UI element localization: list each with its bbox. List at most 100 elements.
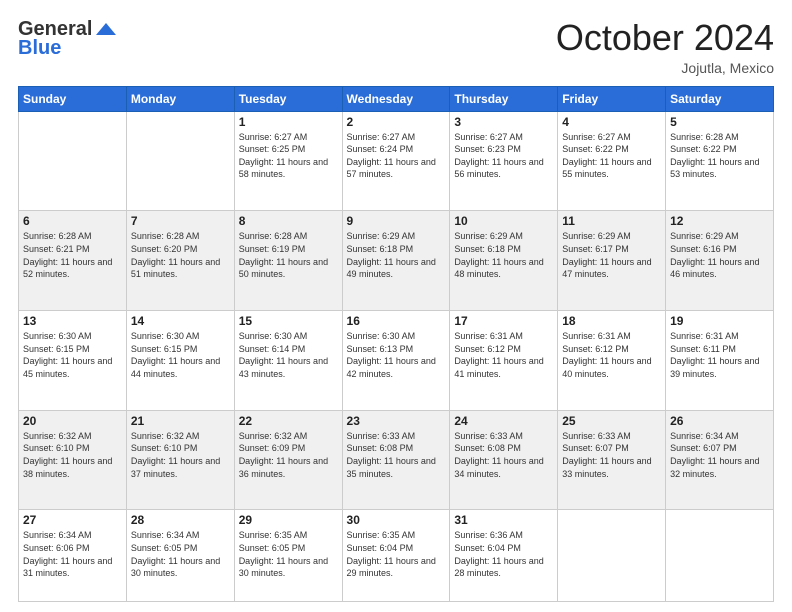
table-row: 3 Sunrise: 6:27 AMSunset: 6:23 PMDaylight… [450,111,558,211]
day-info: Sunrise: 6:27 AMSunset: 6:22 PMDaylight:… [562,131,661,181]
calendar-header-row: Sunday Monday Tuesday Wednesday Thursday… [19,86,774,111]
table-row: 16Sunrise: 6:30 AMSunset: 6:13 PMDayligh… [342,311,450,411]
col-monday: Monday [126,86,234,111]
col-friday: Friday [558,86,666,111]
day-info: Sunrise: 6:29 AMSunset: 6:17 PMDaylight:… [562,230,661,280]
day-number: 25 [562,414,661,428]
calendar-table: Sunday Monday Tuesday Wednesday Thursday… [18,86,774,602]
day-info: Sunrise: 6:29 AMSunset: 6:18 PMDaylight:… [454,230,553,280]
table-row [558,510,666,602]
day-info: Sunrise: 6:30 AMSunset: 6:15 PMDaylight:… [131,330,230,380]
day-number: 29 [239,513,338,527]
table-row: 26 Sunrise: 6:34 AMSunset: 6:07 PMDayligh… [666,410,774,510]
day-info: Sunrise: 6:34 AMSunset: 6:06 PMDaylight:… [23,529,122,579]
day-info: Sunrise: 6:33 AMSunset: 6:08 PMDaylight:… [454,430,553,480]
table-row: 22 Sunrise: 6:32 AMSunset: 6:09 PMDayligh… [234,410,342,510]
col-wednesday: Wednesday [342,86,450,111]
day-number: 18 [562,314,661,328]
table-row: 30 Sunrise: 6:35 AMSunset: 6:04 PMDayligh… [342,510,450,602]
day-info: Sunrise: 6:28 AMSunset: 6:22 PMDaylight:… [670,131,769,181]
day-info: Sunrise: 6:28 AMSunset: 6:21 PMDaylight:… [23,230,122,280]
day-info: Sunrise: 6:33 AMSunset: 6:08 PMDaylight:… [347,430,446,480]
table-row: 8 Sunrise: 6:28 AMSunset: 6:19 PMDaylight… [234,211,342,311]
day-info: Sunrise: 6:27 AMSunset: 6:24 PMDaylight:… [347,131,446,181]
table-row: 6Sunrise: 6:28 AMSunset: 6:21 PMDaylight… [19,211,127,311]
table-row: 12 Sunrise: 6:29 AMSunset: 6:16 PMDayligh… [666,211,774,311]
table-row: 5 Sunrise: 6:28 AMSunset: 6:22 PMDaylight… [666,111,774,211]
table-row [666,510,774,602]
table-row: 24 Sunrise: 6:33 AMSunset: 6:08 PMDayligh… [450,410,558,510]
day-info: Sunrise: 6:31 AMSunset: 6:12 PMDaylight:… [562,330,661,380]
logo: General Blue [18,18,118,60]
table-row: 13Sunrise: 6:30 AMSunset: 6:15 PMDayligh… [19,311,127,411]
day-number: 5 [670,115,769,129]
table-row: 28Sunrise: 6:34 AMSunset: 6:05 PMDayligh… [126,510,234,602]
day-info: Sunrise: 6:31 AMSunset: 6:12 PMDaylight:… [454,330,553,380]
table-row [19,111,127,211]
table-row: 1 Sunrise: 6:27 AMSunset: 6:25 PMDaylight… [234,111,342,211]
day-number: 26 [670,414,769,428]
day-number: 24 [454,414,553,428]
day-number: 10 [454,214,553,228]
table-row: 9 Sunrise: 6:29 AMSunset: 6:18 PMDaylight… [342,211,450,311]
col-tuesday: Tuesday [234,86,342,111]
day-number: 2 [347,115,446,129]
col-saturday: Saturday [666,86,774,111]
day-info: Sunrise: 6:32 AMSunset: 6:10 PMDaylight:… [131,430,230,480]
table-row: 27Sunrise: 6:34 AMSunset: 6:06 PMDayligh… [19,510,127,602]
day-number: 31 [454,513,553,527]
calendar-week-row: 6Sunrise: 6:28 AMSunset: 6:21 PMDaylight… [19,211,774,311]
day-info: Sunrise: 6:28 AMSunset: 6:19 PMDaylight:… [239,230,338,280]
day-info: Sunrise: 6:30 AMSunset: 6:14 PMDaylight:… [239,330,338,380]
day-info: Sunrise: 6:31 AMSunset: 6:11 PMDaylight:… [670,330,769,380]
day-info: Sunrise: 6:29 AMSunset: 6:18 PMDaylight:… [347,230,446,280]
table-row: 29Sunrise: 6:35 AMSunset: 6:05 PMDayligh… [234,510,342,602]
day-number: 22 [239,414,338,428]
day-number: 8 [239,214,338,228]
day-info: Sunrise: 6:33 AMSunset: 6:07 PMDaylight:… [562,430,661,480]
day-number: 15 [239,314,338,328]
table-row: 18 Sunrise: 6:31 AMSunset: 6:12 PMDayligh… [558,311,666,411]
calendar-week-row: 27Sunrise: 6:34 AMSunset: 6:06 PMDayligh… [19,510,774,602]
day-info: Sunrise: 6:28 AMSunset: 6:20 PMDaylight:… [131,230,230,280]
table-row: 31Sunrise: 6:36 AMSunset: 6:04 PMDayligh… [450,510,558,602]
table-row: 19 Sunrise: 6:31 AMSunset: 6:11 PMDayligh… [666,311,774,411]
table-row: 20Sunrise: 6:32 AMSunset: 6:10 PMDayligh… [19,410,127,510]
day-info: Sunrise: 6:32 AMSunset: 6:09 PMDaylight:… [239,430,338,480]
day-info: Sunrise: 6:34 AMSunset: 6:05 PMDaylight:… [131,529,230,579]
table-row: 23 Sunrise: 6:33 AMSunset: 6:08 PMDayligh… [342,410,450,510]
table-row: 17 Sunrise: 6:31 AMSunset: 6:12 PMDayligh… [450,311,558,411]
day-info: Sunrise: 6:27 AMSunset: 6:23 PMDaylight:… [454,131,553,181]
day-number: 16 [347,314,446,328]
day-number: 14 [131,314,230,328]
col-sunday: Sunday [19,86,127,111]
day-info: Sunrise: 6:27 AMSunset: 6:25 PMDaylight:… [239,131,338,181]
calendar-week-row: 20Sunrise: 6:32 AMSunset: 6:10 PMDayligh… [19,410,774,510]
day-info: Sunrise: 6:29 AMSunset: 6:16 PMDaylight:… [670,230,769,280]
day-number: 23 [347,414,446,428]
table-row: 11 Sunrise: 6:29 AMSunset: 6:17 PMDayligh… [558,211,666,311]
day-number: 17 [454,314,553,328]
table-row: 21 Sunrise: 6:32 AMSunset: 6:10 PMDayligh… [126,410,234,510]
day-info: Sunrise: 6:32 AMSunset: 6:10 PMDaylight:… [23,430,122,480]
day-number: 30 [347,513,446,527]
table-row: 10 Sunrise: 6:29 AMSunset: 6:18 PMDayligh… [450,211,558,311]
day-number: 1 [239,115,338,129]
table-row: 15 Sunrise: 6:30 AMSunset: 6:14 PMDayligh… [234,311,342,411]
day-number: 3 [454,115,553,129]
day-number: 9 [347,214,446,228]
title-block: October 2024 Jojutla, Mexico [556,18,774,76]
month-title: October 2024 [556,18,774,58]
table-row [126,111,234,211]
day-number: 11 [562,214,661,228]
day-info: Sunrise: 6:34 AMSunset: 6:07 PMDaylight:… [670,430,769,480]
col-thursday: Thursday [450,86,558,111]
day-number: 7 [131,214,230,228]
day-info: Sunrise: 6:35 AMSunset: 6:04 PMDaylight:… [347,529,446,579]
day-number: 21 [131,414,230,428]
table-row: 2 Sunrise: 6:27 AMSunset: 6:24 PMDaylight… [342,111,450,211]
logo-icon [94,21,118,39]
day-number: 12 [670,214,769,228]
day-number: 19 [670,314,769,328]
calendar-week-row: 1 Sunrise: 6:27 AMSunset: 6:25 PMDaylight… [19,111,774,211]
